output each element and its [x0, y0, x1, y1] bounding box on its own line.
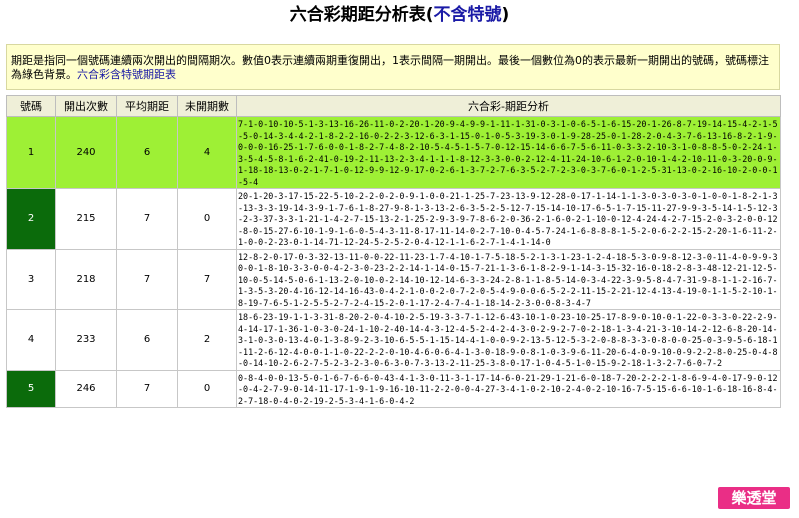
table-row: 4 233 6 2 18-6-23-19-1-1-3-31-8-20-2-0-4-10-… [6, 309, 781, 371]
count-cell: 246 [55, 369, 117, 408]
no-special-link[interactable]: 不含特號 [434, 5, 502, 25]
avg-cell: 7 [116, 188, 178, 250]
sequence-cell: 0-8-4-0-0-13-5-0-1-6-7-6-6-0-43-4-1-3-0-… [236, 369, 781, 408]
number-cell: 4 [6, 309, 56, 371]
number-cell: 1 [6, 116, 56, 189]
count-cell: 218 [55, 248, 117, 310]
title-main: 六合彩期距分析表 [289, 5, 426, 25]
table-row: 2 215 7 0 20-1-20-3-17-15-22-5-10-2-2-0-2-0-… [6, 188, 781, 250]
count-cell: 233 [55, 309, 117, 371]
sequence-cell: 18-6-23-19-1-1-3-31-8-20-2-0-4-10-2-5-19… [236, 309, 781, 371]
avg-cell: 7 [116, 369, 178, 408]
number-cell: 3 [6, 248, 56, 310]
sequence-cell: 20-1-20-3-17-15-22-5-10-2-2-0-2-0-9-1-0-… [236, 188, 781, 250]
explanation-note: 期距是指同一個號碼連續兩次開出的間隔期次。數值0表示連續兩期重復開出，1表示間隔… [6, 44, 780, 90]
site-logo[interactable]: 樂透堂 [718, 487, 790, 509]
header-count: 開出次數 [55, 95, 117, 117]
header-unopened: 未開期數 [177, 95, 237, 117]
with-special-link[interactable]: 六合彩含特號期距表 [77, 68, 176, 81]
avg-cell: 6 [116, 309, 178, 371]
header-analysis: 六合彩-期距分析 [236, 95, 781, 117]
table-row: 3 218 7 7 12-8-2-0-17-0-3-32-13-11-0-0-22-11… [6, 248, 781, 310]
header-avg: 平均期距 [116, 95, 178, 117]
header-number: 號碼 [6, 95, 56, 117]
avg-cell: 6 [116, 116, 178, 189]
table-header-row: 號碼 開出次數 平均期距 未開期數 六合彩-期距分析 [6, 95, 781, 117]
count-cell: 240 [55, 116, 117, 189]
title-paren-open: ( [425, 5, 434, 25]
page-title: 六合彩期距分析表(不含特號) [0, 4, 799, 26]
unopened-cell: 4 [177, 116, 237, 189]
title-paren-close: ) [501, 5, 510, 25]
table-row: 5 246 7 0 0-8-4-0-0-13-5-0-1-6-7-6-6-0-43-4-… [6, 369, 781, 408]
count-cell: 215 [55, 188, 117, 250]
sequence-cell: 7-1-0-10-10-5-1-3-13-16-26-11-0-2-20-1-2… [236, 116, 781, 189]
avg-cell: 7 [116, 248, 178, 310]
sequence-cell: 12-8-2-0-17-0-3-32-13-11-0-0-22-11-23-1-… [236, 248, 781, 310]
interval-table: 號碼 開出次數 平均期距 未開期數 六合彩-期距分析 1 240 6 4 7-1-0-1… [6, 95, 781, 408]
number-cell: 5 [6, 369, 56, 408]
number-cell: 2 [6, 188, 56, 250]
table-row: 1 240 6 4 7-1-0-10-10-5-1-3-13-16-26-11-0-2-… [6, 116, 781, 189]
unopened-cell: 2 [177, 309, 237, 371]
unopened-cell: 0 [177, 369, 237, 408]
unopened-cell: 7 [177, 248, 237, 310]
unopened-cell: 0 [177, 188, 237, 250]
